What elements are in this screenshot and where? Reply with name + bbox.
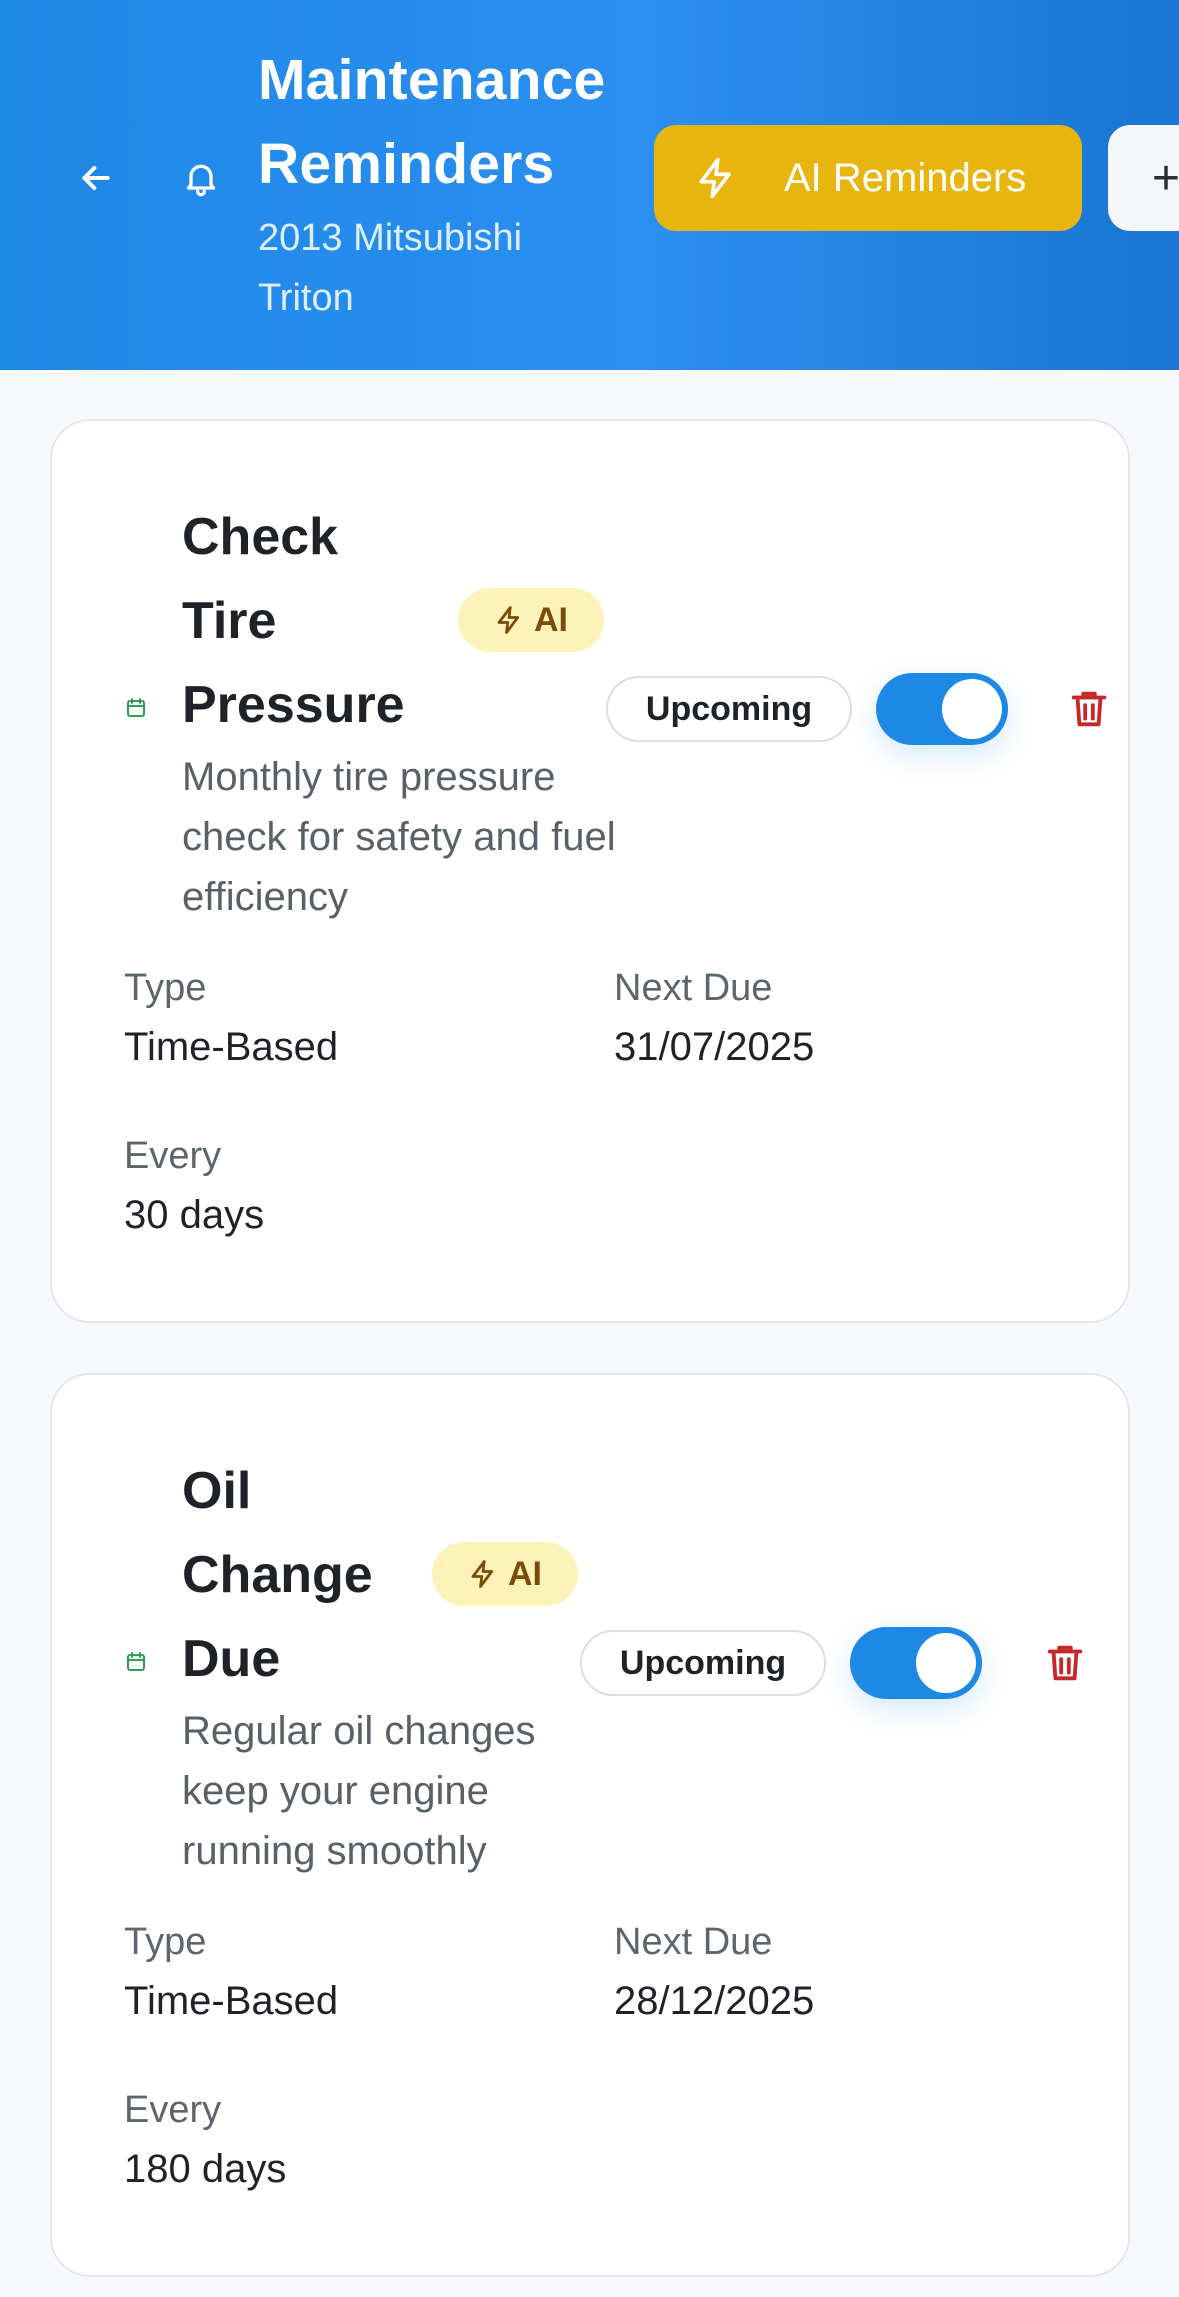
toggle-knob (916, 1633, 976, 1693)
reminder-title-line: Tire (182, 592, 277, 650)
reminder-description: Monthly tire pressure check for safety a… (182, 755, 616, 919)
app-header: Maintenance Reminders 2013 Mitsubishi Tr… (0, 0, 1179, 370)
next-due-label: Next Due (614, 967, 773, 1009)
every-value: 30 days (124, 1193, 265, 1237)
next-due-label: Next Due (614, 1921, 773, 1963)
arrow-left-icon (82, 166, 110, 190)
lightning-icon (471, 1560, 494, 1588)
every-label: Every (124, 1135, 222, 1177)
reminder-title: Oil Change Due (182, 1449, 442, 1701)
reminder-title-line: Oil (182, 1462, 252, 1520)
reminder-title-line: Change (182, 1546, 373, 1604)
lightning-icon (692, 154, 740, 202)
plus-icon: + (1152, 151, 1179, 205)
reminder-description: Regular oil changes keep your engine run… (182, 1709, 536, 1873)
page-title-line-1: Maintenance (258, 48, 606, 112)
header-title-block: Maintenance Reminders 2013 Mitsubishi Tr… (258, 38, 638, 328)
ai-badge: AI (432, 1542, 578, 1606)
vehicle-subtitle: 2013 Mitsubishi Triton (258, 208, 638, 328)
next-due-value: 28/12/2025 (614, 1979, 815, 2023)
status-badge: Upcoming (606, 676, 852, 742)
delete-button[interactable] (1064, 681, 1114, 737)
bell-icon (178, 152, 224, 204)
back-button[interactable] (70, 152, 122, 204)
reminder-enabled-toggle[interactable] (876, 673, 1008, 745)
page-title-line-2: Reminders (258, 132, 555, 196)
type-label: Type (124, 1921, 207, 1963)
reminder-card[interactable]: Check Tire Pressure AI Monthly tire pres… (50, 419, 1130, 1323)
page-title: Maintenance Reminders (258, 38, 638, 206)
ai-reminders-button[interactable]: AI Reminders (654, 125, 1082, 231)
every-label: Every (124, 2089, 222, 2131)
reminder-title: Check Tire Pressure (182, 495, 442, 747)
calendar-icon (127, 1652, 145, 1671)
status-badge: Upcoming (580, 1630, 826, 1696)
every-value: 180 days (124, 2147, 287, 2191)
lightning-icon (497, 606, 520, 634)
delete-button[interactable] (1040, 1635, 1090, 1691)
next-due-value: 31/07/2025 (614, 1025, 815, 1069)
reminder-title-line: Check (182, 508, 339, 566)
type-value: Time-Based (124, 1979, 339, 2023)
ai-badge-label: AI (508, 1554, 542, 1593)
reminder-title-line: Pressure (182, 676, 405, 734)
reminder-title-line: Due (182, 1630, 281, 1688)
add-reminder-button[interactable]: + (1108, 125, 1179, 231)
vehicle-subtitle-line-2: Triton (258, 277, 354, 319)
toggle-knob (942, 679, 1002, 739)
reminder-enabled-toggle[interactable] (850, 1627, 982, 1699)
calendar-icon (127, 698, 145, 717)
ai-reminders-label: AI Reminders (784, 155, 1027, 200)
type-label: Type (124, 967, 207, 1009)
reminder-card[interactable]: Oil Change Due AI Regular oil changes ke… (50, 1373, 1130, 2277)
vehicle-subtitle-line-1: 2013 Mitsubishi (258, 217, 523, 259)
trash-icon (1047, 1645, 1083, 1681)
ai-badge: AI (458, 588, 604, 652)
trash-icon (1071, 691, 1107, 727)
type-value: Time-Based (124, 1025, 339, 1069)
ai-badge-label: AI (534, 600, 568, 639)
